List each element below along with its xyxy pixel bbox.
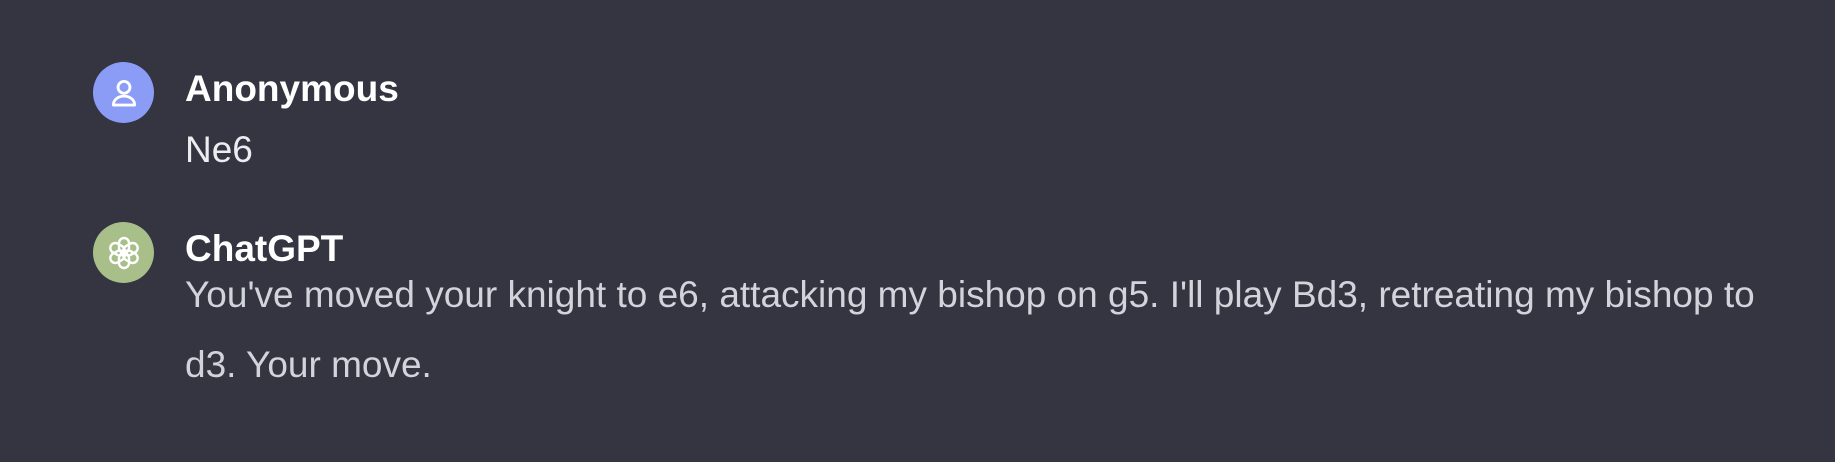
user-icon xyxy=(111,79,136,106)
message-text: You've moved your knight to e6, attackin… xyxy=(185,274,1755,385)
chatgpt-avatar xyxy=(93,222,154,283)
user-avatar xyxy=(93,62,154,123)
message-author: Anonymous xyxy=(185,68,399,109)
openai-logo-icon xyxy=(108,236,139,269)
conversation-thread: Anonymous Ne6 ChatGPT You've moved your … xyxy=(0,0,1835,462)
message-text: Ne6 xyxy=(185,129,253,170)
